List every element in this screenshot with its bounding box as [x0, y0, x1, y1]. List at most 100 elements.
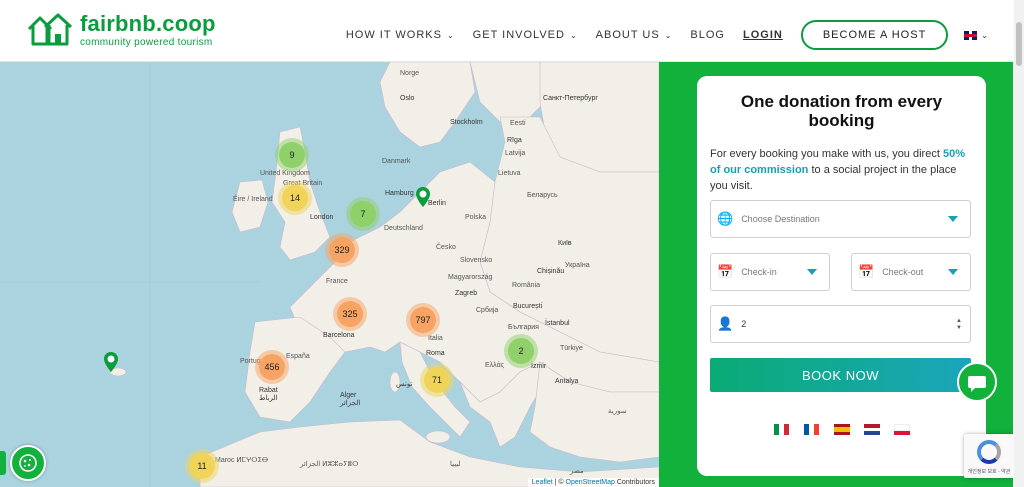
- leaflet-link[interactable]: Leaflet: [532, 479, 553, 486]
- language-flags: [697, 424, 986, 436]
- cluster-count: 325: [342, 309, 358, 319]
- person-icon: 👤: [717, 316, 734, 331]
- nav-get-involved-label: GET INVOLVED: [472, 29, 565, 41]
- map-label-deutschland: Deutschland: [384, 225, 423, 232]
- map-label-bucuresti: București: [513, 303, 543, 310]
- map-cluster[interactable]: 797: [410, 307, 436, 333]
- nav-get-involved[interactable]: GET INVOLVED ⌄: [473, 29, 578, 41]
- map-cluster[interactable]: 11: [189, 453, 215, 479]
- french-flag-icon[interactable]: [803, 424, 820, 435]
- language-selector[interactable]: ⌄: [964, 30, 988, 40]
- map-label-eire: Éire / Ireland: [233, 196, 273, 203]
- map-label-oslo: Oslo: [400, 95, 415, 102]
- map-cluster[interactable]: 2: [508, 338, 534, 364]
- map-label-turkiye: Türkiye: [560, 345, 583, 352]
- map-cluster[interactable]: 71: [424, 367, 450, 393]
- login-link[interactable]: LOGIN: [743, 29, 783, 41]
- nav-about-us-label: ABOUT US: [595, 29, 660, 41]
- chat-button[interactable]: [957, 362, 997, 402]
- stepper-down-icon[interactable]: ▼: [956, 325, 962, 332]
- map-label-romania: România: [512, 282, 541, 289]
- checkin-placeholder: Check-in: [741, 267, 777, 277]
- polish-flag-icon[interactable]: [893, 424, 910, 435]
- map-label-norway: Norge: [400, 70, 420, 77]
- booking-description: For every booking you make with us, you …: [710, 146, 972, 194]
- map-cluster[interactable]: 329: [329, 237, 355, 263]
- map-cluster[interactable]: 9: [279, 142, 305, 168]
- map-label-stockholm: Stockholm: [450, 119, 483, 126]
- uk-flag-icon: [964, 30, 978, 40]
- guests-stepper[interactable]: ▲ ▼: [956, 318, 962, 332]
- caret-down-icon: [948, 216, 958, 222]
- map-label-libya: ليبيا: [450, 461, 461, 468]
- map-label-berlin: Berlin: [428, 200, 446, 207]
- map-cluster[interactable]: 456: [259, 354, 285, 380]
- map-label-chisinau: Chișinău: [537, 268, 565, 275]
- map-label-polska: Polska: [465, 214, 487, 221]
- map-label-kyiv: Київ: [558, 240, 572, 247]
- booking-card: One donation from every booking For ever…: [697, 76, 986, 476]
- page: fairbnb.coop community powered tourism H…: [0, 0, 1024, 487]
- map-pin-icon[interactable]: [104, 352, 118, 372]
- checkout-field[interactable]: 📅 Check-out: [851, 253, 971, 291]
- chevron-down-icon: ⌄: [446, 30, 455, 40]
- map-label-rabat: Rabat الرباط: [259, 387, 278, 402]
- guests-field[interactable]: 👤 2 ▲ ▼: [710, 305, 971, 343]
- italian-flag-icon[interactable]: [773, 424, 790, 435]
- cluster-count: 2: [518, 346, 524, 356]
- cluster-count: 11: [197, 461, 207, 471]
- destination-select[interactable]: 🌐 Choose Destination: [710, 200, 971, 238]
- brand-name: fairbnb.coop: [80, 11, 216, 36]
- caret-down-icon: [807, 269, 817, 275]
- map-cluster[interactable]: 325: [337, 301, 363, 327]
- scrollbar-thumb[interactable]: [1016, 22, 1022, 66]
- spanish-flag-icon[interactable]: [833, 424, 850, 435]
- map-label-spb: Санкт-Петербург: [543, 95, 598, 102]
- book-now-button[interactable]: BOOK NOW: [710, 358, 971, 392]
- map-label-istanbul: İstanbul: [545, 320, 570, 327]
- map-cluster[interactable]: 7: [350, 201, 376, 227]
- dutch-flag-icon[interactable]: [863, 424, 880, 436]
- chevron-down-icon: ⌄: [569, 30, 578, 40]
- guests-value: 2: [741, 319, 747, 329]
- scrollbar[interactable]: [1014, 0, 1024, 487]
- map-label-riga: Rīga: [507, 137, 522, 144]
- map-attribution: Leaflet | © OpenStreetMap Contributors: [527, 478, 659, 487]
- cluster-count: 456: [264, 362, 280, 372]
- cluster-count: 71: [431, 375, 442, 385]
- recaptcha-badge[interactable]: 개인정보 보호 - 약관: [964, 434, 1014, 478]
- nav-how-it-works[interactable]: HOW IT WORKS ⌄: [346, 29, 455, 41]
- nav-blog[interactable]: BLOG: [690, 29, 725, 41]
- become-host-button[interactable]: BECOME A HOST: [800, 20, 949, 50]
- map-cluster[interactable]: 14: [282, 185, 308, 211]
- map-label-belarus: Беларусь: [527, 192, 558, 199]
- nav-blog-label: BLOG: [690, 29, 725, 41]
- recaptcha-text[interactable]: 개인정보 보호 - 약관: [966, 468, 1012, 475]
- stepper-up-icon[interactable]: ▲: [956, 318, 962, 325]
- osm-link[interactable]: OpenStreetMap: [566, 479, 615, 486]
- map-label-syria: سورية: [608, 408, 627, 415]
- map-label-slovensko: Slovensko: [460, 257, 493, 264]
- side-tab[interactable]: [0, 451, 6, 475]
- checkin-field[interactable]: 📅 Check-in: [710, 253, 830, 291]
- map-label-italia: Italia: [428, 335, 443, 342]
- map-pin-icon[interactable]: [416, 187, 430, 207]
- map-label-lietuva: Lietuva: [498, 170, 521, 177]
- destination-placeholder: Choose Destination: [741, 214, 820, 224]
- map-label-roma: Roma: [426, 350, 445, 357]
- cookie-settings-button[interactable]: [10, 445, 46, 481]
- globe-icon: 🌐: [717, 211, 734, 226]
- attribution-separator: | ©: [552, 479, 566, 486]
- nav-how-it-works-label: HOW IT WORKS: [345, 29, 442, 41]
- cluster-count: 797: [415, 315, 431, 325]
- map-label-cesko: Česko: [436, 244, 456, 251]
- chat-icon: [968, 376, 986, 392]
- map-label-zagreb: Zagreb: [455, 290, 478, 297]
- logo[interactable]: fairbnb.coop community powered tourism: [26, 12, 216, 48]
- map[interactable]: Norge Oslo Stockholm Санкт-Петербург Ees…: [0, 62, 659, 487]
- calendar-icon: 📅: [858, 264, 875, 279]
- map-label-london: London: [310, 214, 334, 221]
- map-label-barcelona: Barcelona: [323, 332, 355, 339]
- nav-about-us[interactable]: ABOUT US ⌄: [596, 29, 673, 41]
- map-label-srbija: Србија: [476, 307, 499, 314]
